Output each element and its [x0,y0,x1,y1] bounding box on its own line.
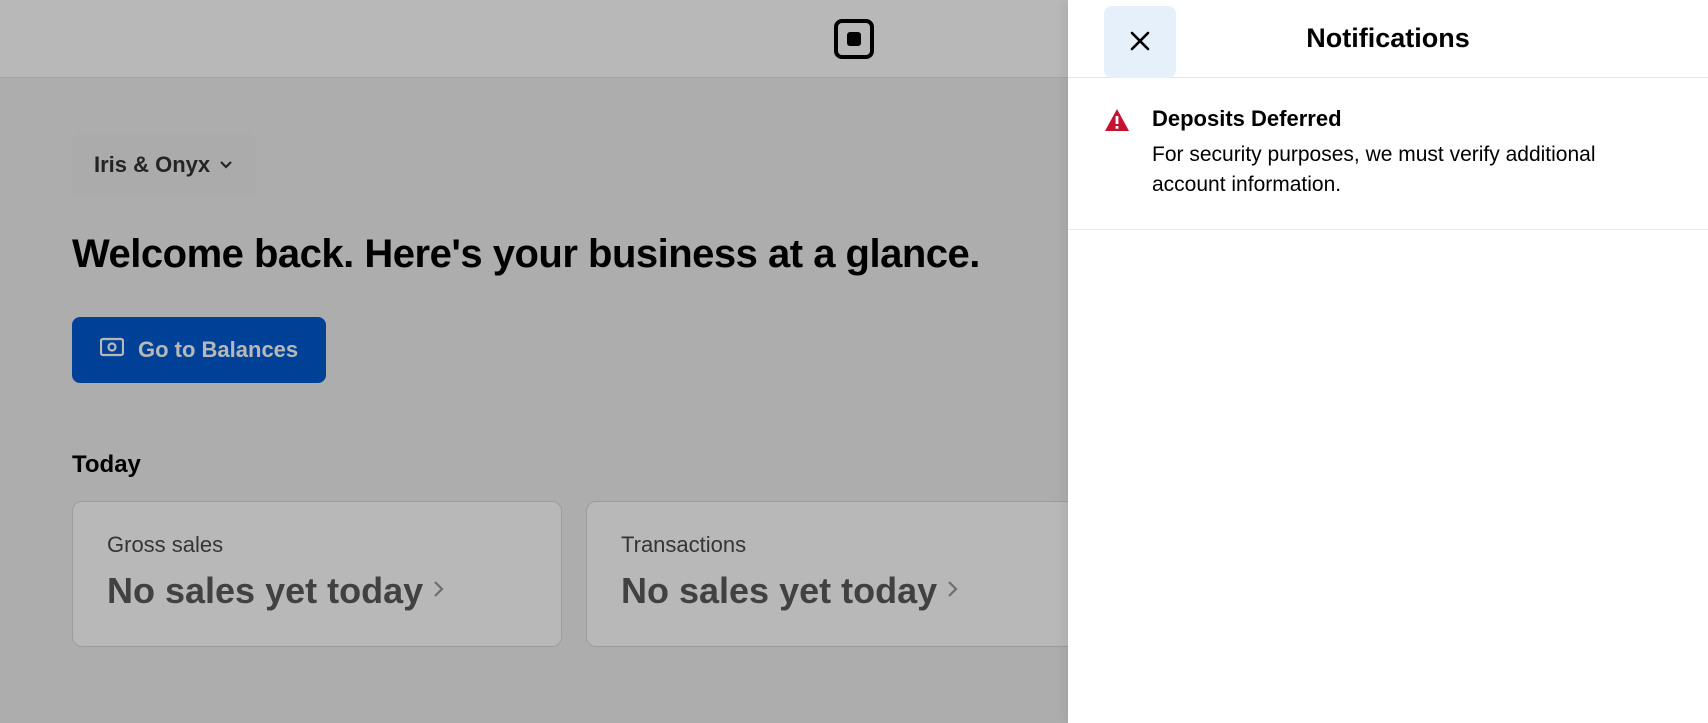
notification-item[interactable]: Deposits Deferred For security purposes,… [1068,78,1708,230]
card-value: No sales yet today [621,570,937,612]
close-icon [1129,30,1151,55]
button-label: Go to Balances [138,337,298,363]
card-value: No sales yet today [107,570,423,612]
go-to-balances-button[interactable]: Go to Balances [72,317,326,383]
card-label: Gross sales [107,532,527,558]
chevron-right-icon [947,579,959,604]
gross-sales-card[interactable]: Gross sales No sales yet today [72,501,562,647]
notification-title: Deposits Deferred [1152,106,1672,132]
notifications-panel: Notifications Deposits Deferred For secu… [1068,0,1708,723]
chevron-right-icon [433,579,445,604]
cash-icon [100,337,124,363]
business-name: Iris & Onyx [94,152,210,178]
card-label: Transactions [621,532,1041,558]
alert-triangle-icon [1104,108,1130,201]
business-selector[interactable]: Iris & Onyx [72,134,256,196]
close-button[interactable] [1104,6,1176,78]
notification-body: For security purposes, we must verify ad… [1152,140,1672,201]
notifications-header: Notifications [1068,0,1708,78]
square-logo-icon[interactable] [834,19,874,59]
chevron-down-icon [218,152,234,178]
transactions-card[interactable]: Transactions No sales yet today [586,501,1076,647]
